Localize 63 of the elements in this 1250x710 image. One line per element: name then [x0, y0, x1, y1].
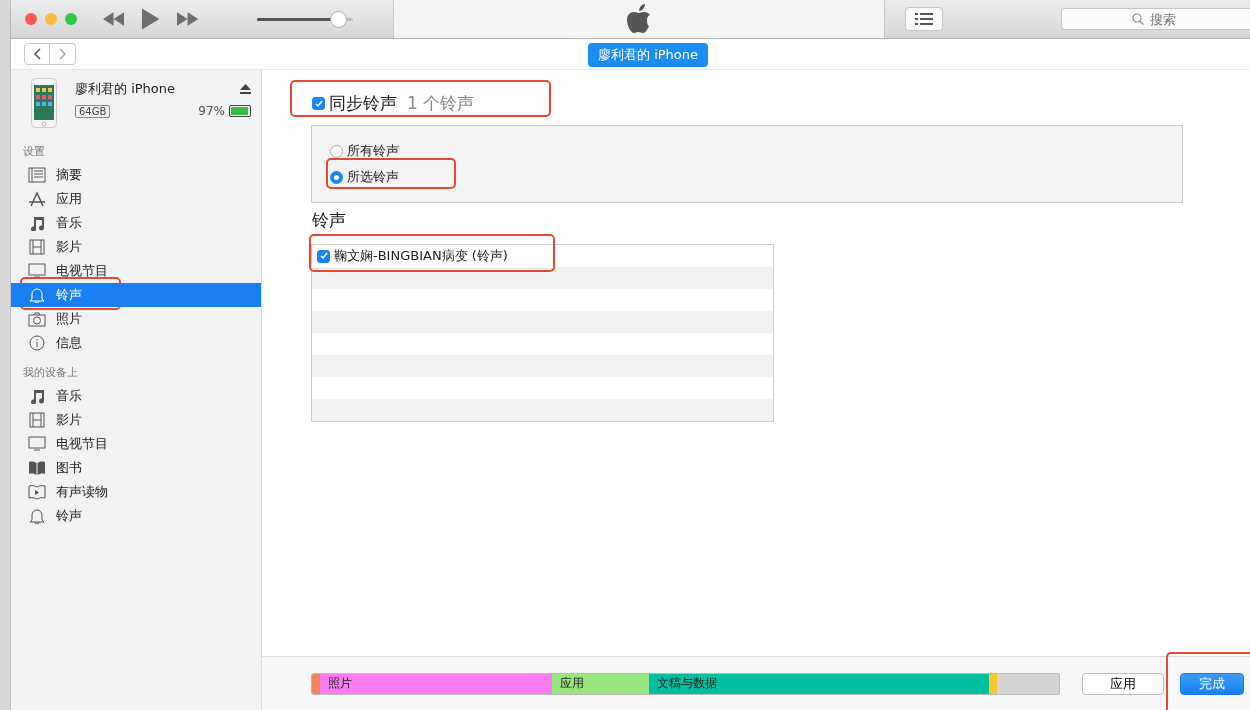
- film-icon: [28, 412, 46, 428]
- sidebar-item[interactable]: 照片: [11, 307, 261, 331]
- sidebar-item[interactable]: 铃声: [11, 283, 261, 307]
- chevron-right-icon: [58, 48, 67, 60]
- ringtone-checkbox[interactable]: [317, 249, 330, 263]
- search-field[interactable]: 搜索: [1061, 8, 1250, 30]
- sidebar-item[interactable]: 音乐: [11, 384, 261, 408]
- device-name: 廖利君的 iPhone: [75, 80, 175, 98]
- music-note-icon: [28, 388, 46, 404]
- ringtone-name: 鞠文娴-BINGBIAN病变 (铃声): [334, 247, 508, 265]
- option-label: 所有铃声: [347, 142, 399, 160]
- play-icon[interactable]: [142, 8, 160, 30]
- sidebar-item[interactable]: 应用: [11, 187, 261, 211]
- sync-checkbox[interactable]: [312, 97, 325, 110]
- list-icon: [915, 13, 933, 25]
- sidebar-item[interactable]: 电视节目: [11, 259, 261, 283]
- sidebar-item[interactable]: 电视节目: [11, 432, 261, 456]
- close-button[interactable]: [25, 13, 37, 25]
- list-view-button[interactable]: [905, 7, 943, 31]
- info-icon: [28, 335, 46, 351]
- storage-segment: 照片: [320, 673, 552, 694]
- storage-segment: 应用: [551, 673, 649, 694]
- back-button[interactable]: [24, 43, 50, 65]
- battery-percent: 97%: [198, 104, 225, 118]
- sidebar-item[interactable]: 音乐: [11, 211, 261, 235]
- sidebar-item[interactable]: 图书: [11, 456, 261, 480]
- apple-logo-icon: [625, 4, 652, 34]
- sidebar-section-header: 设置: [22, 144, 46, 160]
- sidebar-item[interactable]: 信息: [11, 331, 261, 355]
- music-note-icon: [28, 215, 46, 231]
- sidebar-item[interactable]: 影片: [11, 408, 261, 432]
- phone-icon: [31, 78, 57, 128]
- capacity-badge: 64GB: [75, 104, 111, 118]
- list-icon: [28, 167, 46, 183]
- chevron-left-icon: [33, 48, 41, 60]
- rewind-icon[interactable]: [103, 12, 125, 26]
- search-icon: [1131, 13, 1144, 25]
- apps-icon: [28, 191, 46, 207]
- tv-icon: [28, 263, 46, 279]
- option-label: 所选铃声: [347, 168, 399, 186]
- bell-icon: [28, 287, 46, 303]
- radio-button[interactable]: [330, 144, 343, 158]
- film-icon: [28, 239, 46, 255]
- radio-button[interactable]: [330, 170, 343, 184]
- ringtone-count: 1 个铃声: [407, 92, 475, 115]
- ringtones-heading: 铃声: [312, 209, 346, 232]
- sidebar-item[interactable]: 影片: [11, 235, 261, 259]
- battery-icon: [229, 105, 251, 117]
- bell-icon: [28, 508, 46, 524]
- eject-icon[interactable]: [240, 84, 251, 94]
- storage-segment: 文稿与数据: [648, 673, 989, 694]
- volume-slider[interactable]: [256, 11, 353, 27]
- audiobook-icon: [28, 484, 46, 500]
- sync-label: 同步铃声: [329, 92, 397, 115]
- sidebar-section-header: 我的设备上: [22, 365, 79, 381]
- tv-icon: [28, 436, 46, 452]
- sidebar-item[interactable]: 有声读物: [11, 480, 261, 504]
- sidebar-item[interactable]: 摘要: [11, 163, 261, 187]
- camera-icon: [28, 311, 46, 327]
- apply-button[interactable]: 应用: [1082, 672, 1164, 695]
- book-icon: [28, 460, 46, 476]
- fast-forward-icon[interactable]: [177, 12, 199, 26]
- sidebar-item[interactable]: 铃声: [11, 504, 261, 528]
